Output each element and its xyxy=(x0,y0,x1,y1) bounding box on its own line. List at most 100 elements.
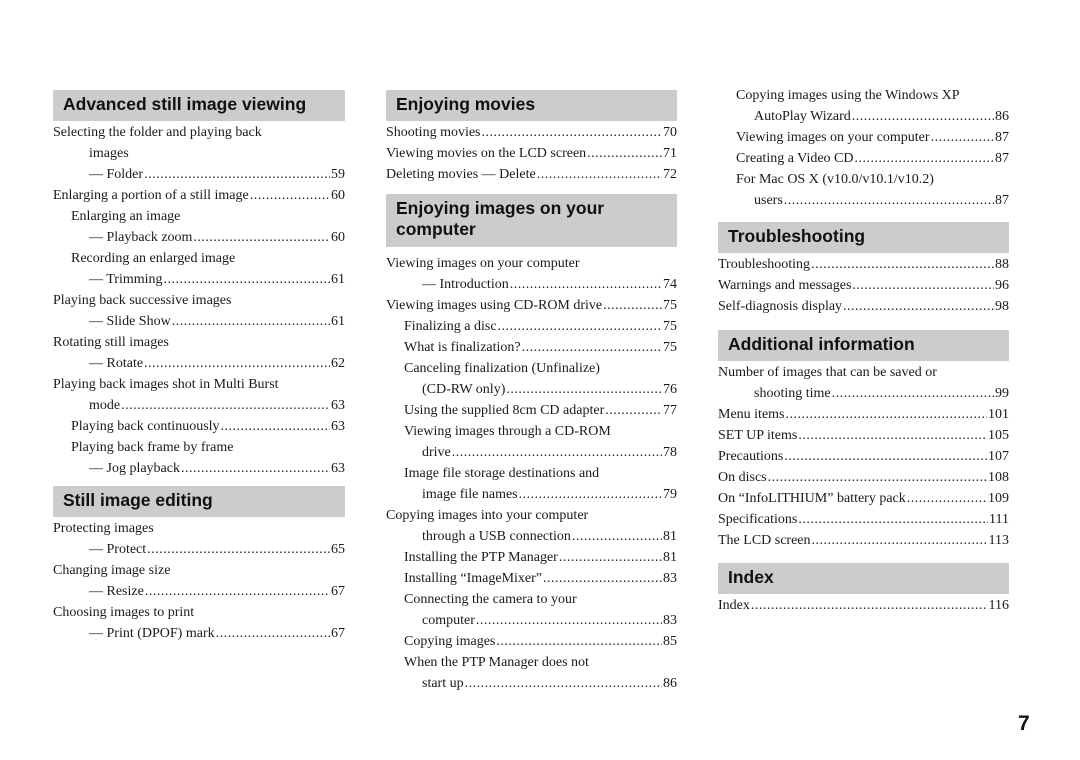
toc-entry-title: Viewing images on your computer xyxy=(386,256,580,271)
dot-leader xyxy=(603,295,662,316)
toc-entry[interactable]: Deleting movies — Delete 72 xyxy=(386,164,677,185)
toc-entry-page: 61 xyxy=(331,314,345,329)
toc-entry[interactable]: start up 86 xyxy=(386,673,677,694)
toc-entry[interactable]: Warnings and messages 96 xyxy=(718,275,1009,296)
toc-entry-page: 63 xyxy=(331,398,345,413)
toc-entry[interactable]: Installing the PTP Manager 81 xyxy=(386,547,677,568)
toc-entry[interactable]: — Playback zoom 60 xyxy=(53,227,345,248)
toc-entry[interactable]: — Jog playback 63 xyxy=(53,458,345,479)
toc-entry: Recording an enlarged image xyxy=(53,248,345,269)
dot-leader xyxy=(751,595,988,616)
toc-entry[interactable]: Viewing images on your computer 87 xyxy=(718,127,1009,148)
toc-entry[interactable]: Finalizing a disc 75 xyxy=(386,316,677,337)
toc-entry: For Mac OS X (v10.0/v10.1/v10.2) xyxy=(718,169,1009,190)
toc-entry: Connecting the camera to your xyxy=(386,589,677,610)
toc-entry[interactable]: image file names 79 xyxy=(386,484,677,505)
toc-entry[interactable]: Using the supplied 8cm CD adapter 77 xyxy=(386,400,677,421)
toc-entry[interactable]: — Print (DPOF) mark 67 xyxy=(53,623,345,644)
toc-entry-title: Protecting images xyxy=(53,521,154,536)
toc-entry-page: 86 xyxy=(663,676,677,691)
toc-entry-title: Image file storage destinations and xyxy=(404,466,600,481)
toc-entry-title: Selecting the folder and playing back xyxy=(53,125,262,140)
toc-entry-title: Number of images that can be saved or xyxy=(718,365,937,380)
dot-leader xyxy=(907,488,987,509)
dot-leader xyxy=(250,185,330,206)
toc-entry-title: Using the supplied 8cm CD adapter xyxy=(404,403,605,418)
toc-entry-title: image file names xyxy=(422,487,518,502)
dot-leader xyxy=(798,425,987,446)
toc-entry-page: 81 xyxy=(663,550,677,565)
toc-entry-page: 74 xyxy=(663,277,677,292)
dot-leader xyxy=(506,379,662,400)
toc-entry[interactable]: mode 63 xyxy=(53,395,345,416)
toc-entry-title: Choosing images to print xyxy=(53,605,195,620)
toc-entry[interactable]: drive 78 xyxy=(386,442,677,463)
dot-leader xyxy=(798,509,988,530)
toc-entry[interactable]: Viewing images using CD-ROM drive 75 xyxy=(386,295,677,316)
toc-entry[interactable]: Specifications 111 xyxy=(718,509,1009,530)
toc-entry[interactable]: — Folder 59 xyxy=(53,164,345,185)
toc-section-advanced-still-image-viewing: Advanced still image viewing Selecting th… xyxy=(53,90,345,479)
dot-leader xyxy=(811,254,994,275)
toc-entry[interactable]: The LCD screen 113 xyxy=(718,530,1009,551)
toc-entry[interactable]: SET UP items 105 xyxy=(718,425,1009,446)
toc-entry[interactable]: shooting time 99 xyxy=(718,383,1009,404)
toc-entry-page: 60 xyxy=(331,230,345,245)
dot-leader xyxy=(572,526,662,547)
toc-entry: Protecting images xyxy=(53,518,345,539)
toc-entry[interactable]: On “InfoLITHIUM” battery pack 109 xyxy=(718,488,1009,509)
toc-entry-title: images xyxy=(89,146,129,161)
toc-entry-title: — Protect xyxy=(89,542,147,557)
toc-entry-page: 87 xyxy=(995,130,1009,145)
toc-entry[interactable]: Playing back continuously 63 xyxy=(53,416,345,437)
toc-entry-page: 81 xyxy=(663,529,677,544)
toc-entry[interactable]: Installing “ImageMixer” 83 xyxy=(386,568,677,589)
toc-entry-page: 71 xyxy=(663,146,677,161)
toc-entry[interactable]: Index 116 xyxy=(718,595,1009,616)
toc-entry: images xyxy=(53,143,345,164)
dot-leader xyxy=(784,190,994,211)
toc-entry[interactable]: Enlarging a portion of a still image 60 xyxy=(53,185,345,206)
toc-entry[interactable]: Menu items 101 xyxy=(718,404,1009,425)
toc-entry-page: 76 xyxy=(663,382,677,397)
toc-entry[interactable]: — Slide Show 61 xyxy=(53,311,345,332)
toc-entry[interactable]: through a USB connection 81 xyxy=(386,526,677,547)
toc-entry[interactable]: — Introduction 74 xyxy=(386,274,677,295)
toc-entry[interactable]: AutoPlay Wizard 86 xyxy=(718,106,1009,127)
toc-entry[interactable]: What is finalization? 75 xyxy=(386,337,677,358)
toc-entry[interactable]: computer 83 xyxy=(386,610,677,631)
toc-entry[interactable]: — Trimming 61 xyxy=(53,269,345,290)
toc-entry-page: 65 xyxy=(331,542,345,557)
toc-entry-page: 79 xyxy=(663,487,677,502)
toc-entry-page: 83 xyxy=(663,571,677,586)
toc-entry[interactable]: users 87 xyxy=(718,190,1009,211)
toc-entry-title: SET UP items xyxy=(718,428,798,443)
toc-entry: Enlarging an image xyxy=(53,206,345,227)
toc-entry-title: — Introduction xyxy=(422,277,509,292)
toc-entry-title: When the PTP Manager does not xyxy=(404,655,589,670)
toc-entry-title: — Rotate xyxy=(89,356,144,371)
section-heading: Advanced still image viewing xyxy=(53,90,345,121)
toc-section-index: Index Index 116 xyxy=(718,563,1009,616)
toc-entry[interactable]: Shooting movies 70 xyxy=(386,122,677,143)
toc-entry[interactable]: Copying images 85 xyxy=(386,631,677,652)
toc-entry[interactable]: Creating a Video CD 87 xyxy=(718,148,1009,169)
toc-entry[interactable]: On discs 108 xyxy=(718,467,1009,488)
dot-leader xyxy=(498,316,662,337)
toc-entry-page: 67 xyxy=(331,626,345,641)
toc-entry[interactable]: — Rotate 62 xyxy=(53,353,345,374)
toc-entry-page: 77 xyxy=(663,403,677,418)
toc-entry-page: 113 xyxy=(988,533,1009,548)
toc-entry[interactable]: — Resize 67 xyxy=(53,581,345,602)
toc-entry[interactable]: Troubleshooting 88 xyxy=(718,254,1009,275)
dot-leader xyxy=(522,337,662,358)
page-number: 7 xyxy=(1018,712,1030,735)
toc-entry-page: 67 xyxy=(331,584,345,599)
toc-entry-title: — Jog playback xyxy=(89,461,180,476)
toc-entry[interactable]: (CD-RW only) 76 xyxy=(386,379,677,400)
toc-entry[interactable]: Viewing movies on the LCD screen 71 xyxy=(386,143,677,164)
toc-entry[interactable]: Precautions 107 xyxy=(718,446,1009,467)
toc-entry[interactable]: Self-diagnosis display 98 xyxy=(718,296,1009,317)
toc-entry[interactable]: — Protect 65 xyxy=(53,539,345,560)
toc-entry-page: 116 xyxy=(988,598,1009,613)
